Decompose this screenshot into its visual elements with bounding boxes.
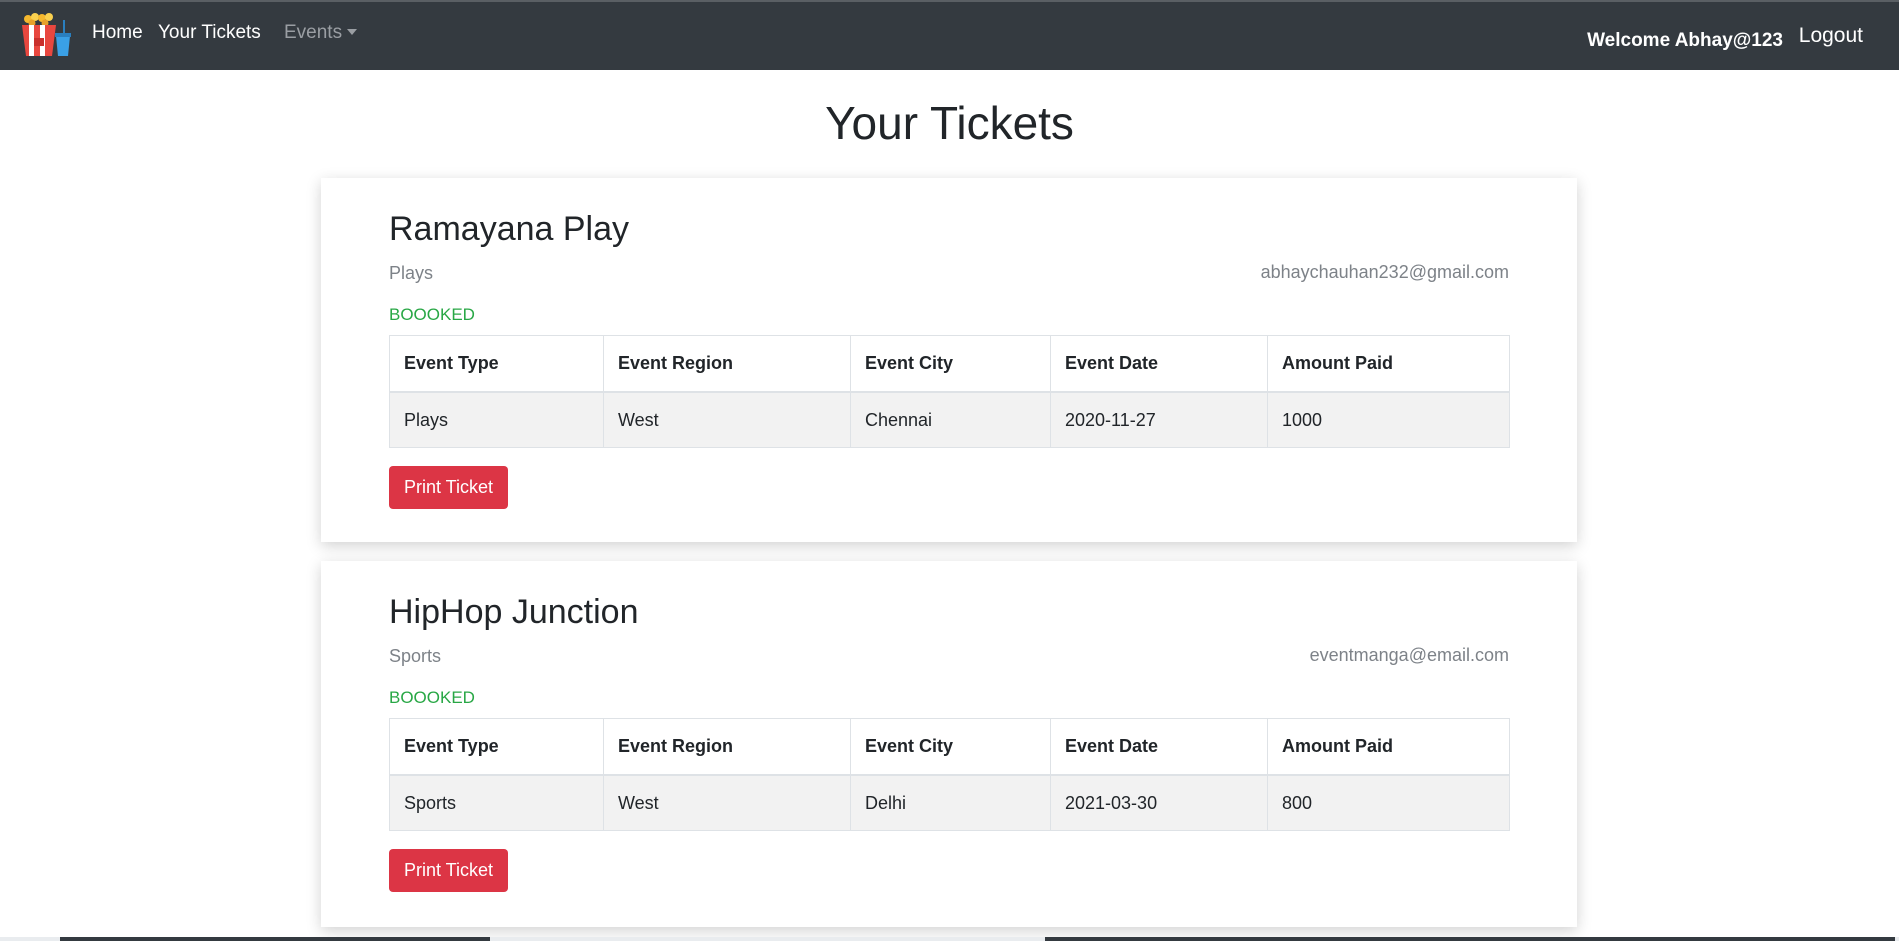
booking-status: BOOOKED [389, 688, 475, 707]
print-ticket-button[interactable]: Print Ticket [389, 466, 508, 509]
bottom-edge-segment [1045, 937, 1895, 941]
ticket-details-table: Event Type Event Region Event City Event… [389, 335, 1510, 448]
cell-amount-paid: 800 [1267, 774, 1510, 831]
cell-event-date: 2020-11-27 [1050, 391, 1268, 448]
event-name: Ramayana Play [389, 210, 630, 248]
caret-down-icon [347, 29, 358, 35]
event-category: Sports [389, 646, 442, 666]
table-header-row: Event Type Event Region Event City Event… [389, 718, 1510, 776]
cell-event-city: Delhi [850, 774, 1051, 831]
booking-status: BOOOKED [389, 305, 475, 324]
organizer-email: eventmanga@email.com [1309, 645, 1509, 665]
organizer-email: abhaychauhan232@gmail.com [1260, 262, 1509, 282]
cell-event-city: Chennai [850, 391, 1051, 448]
page-title: Your Tickets [825, 97, 1074, 149]
event-name: HipHop Junction [389, 593, 639, 631]
nav-events-label: Events [284, 22, 343, 43]
page-bottom-edge [0, 937, 1899, 941]
header-amount-paid: Amount Paid [1267, 718, 1510, 776]
ticket-details-table: Event Type Event Region Event City Event… [389, 718, 1510, 831]
table-row: Sports West Delhi 2021-03-30 800 [389, 774, 1510, 831]
cell-event-date: 2021-03-30 [1050, 774, 1268, 831]
cell-amount-paid: 1000 [1267, 391, 1510, 448]
cell-event-type: Plays [389, 391, 604, 448]
welcome-text: Welcome Abhay@123 [1587, 30, 1783, 51]
bottom-edge-segment [60, 937, 490, 941]
cell-event-region: West [603, 391, 851, 448]
header-event-type: Event Type [389, 718, 604, 776]
cell-event-region: West [603, 774, 851, 831]
header-event-region: Event Region [603, 718, 851, 776]
nav-your-tickets-link[interactable]: Your Tickets [158, 22, 261, 44]
table-row: Plays West Chennai 2020-11-27 1000 [389, 391, 1510, 448]
header-event-region: Event Region [603, 335, 851, 393]
header-event-date: Event Date [1050, 335, 1268, 393]
header-event-type: Event Type [389, 335, 604, 393]
header-event-city: Event City [850, 718, 1051, 776]
header-amount-paid: Amount Paid [1267, 335, 1510, 393]
ticket-card: Ramayana Play Plays abhaychauhan232@gmai… [321, 178, 1577, 542]
table-header-row: Event Type Event Region Event City Event… [389, 335, 1510, 393]
nav-home-link[interactable]: Home [92, 22, 143, 44]
print-ticket-button[interactable]: Print Ticket [389, 849, 508, 892]
nav-events-dropdown[interactable]: Events [284, 22, 358, 44]
logout-link[interactable]: Logout [1799, 24, 1863, 48]
header-event-date: Event Date [1050, 718, 1268, 776]
cell-event-type: Sports [389, 774, 604, 831]
popcorn-cinema-logo-icon[interactable] [18, 12, 74, 58]
top-navbar: Home Your Tickets Events Welcome Abhay@1… [0, 0, 1899, 70]
event-category: Plays [389, 263, 434, 283]
header-event-city: Event City [850, 335, 1051, 393]
ticket-card: HipHop Junction Sports eventmanga@email.… [321, 561, 1577, 927]
